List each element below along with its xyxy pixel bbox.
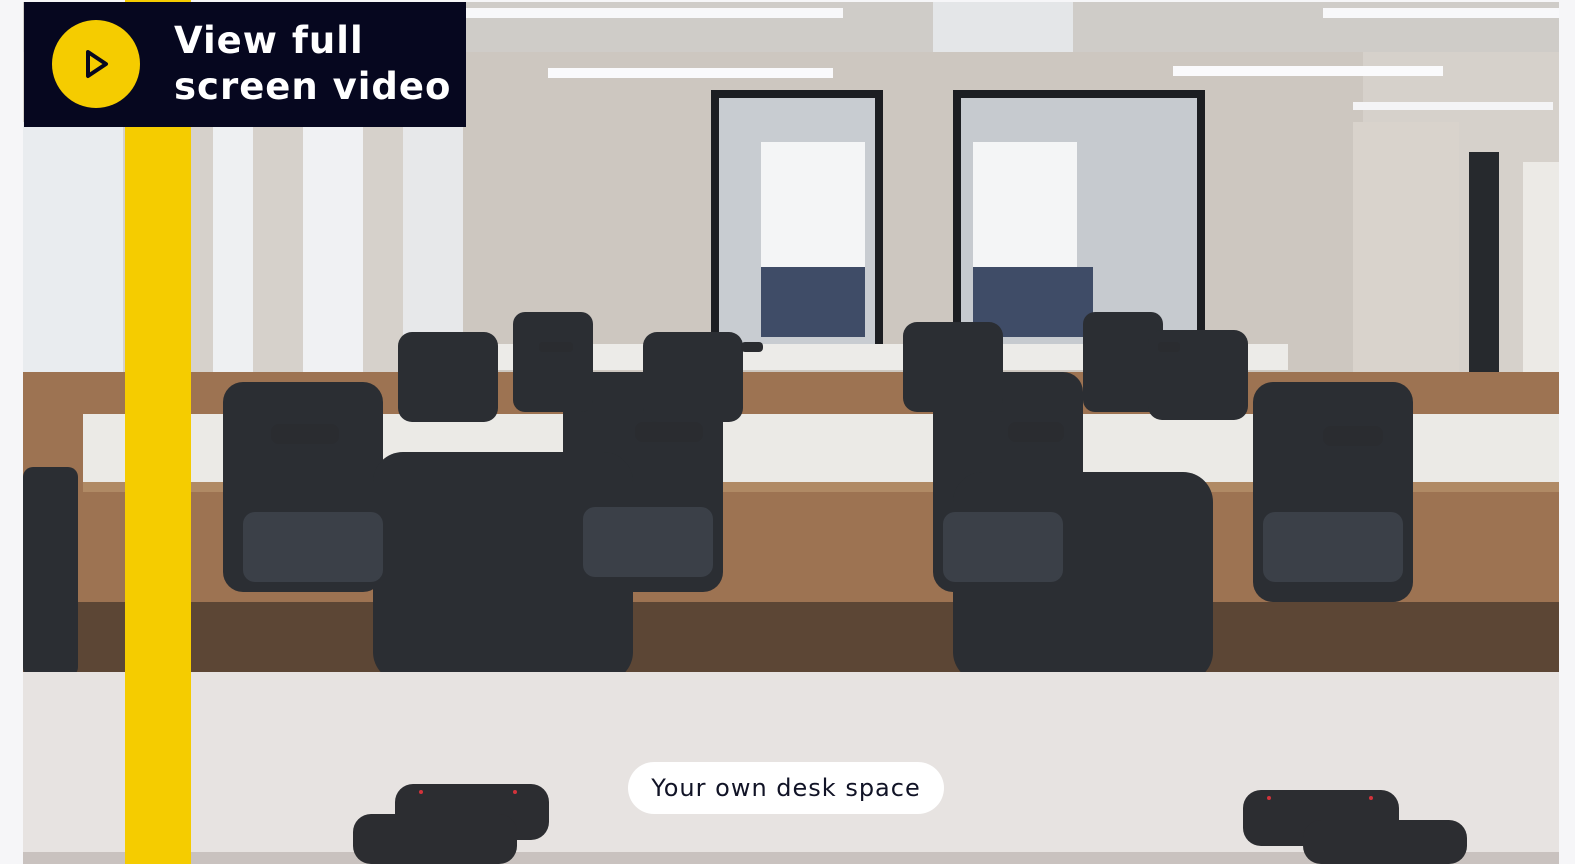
play-triangle xyxy=(86,50,108,78)
office-scene xyxy=(23,2,1559,864)
office-video[interactable] xyxy=(23,2,1559,864)
play-icon xyxy=(52,20,140,108)
yellow-accent-stripe xyxy=(125,0,191,864)
slide-caption: Your own desk space xyxy=(628,762,944,814)
view-full-screen-video-label: View full screen video xyxy=(174,19,452,108)
page: View full screen video Your own desk spa… xyxy=(0,0,1575,864)
view-full-screen-video-button[interactable]: View full screen video xyxy=(24,2,466,127)
